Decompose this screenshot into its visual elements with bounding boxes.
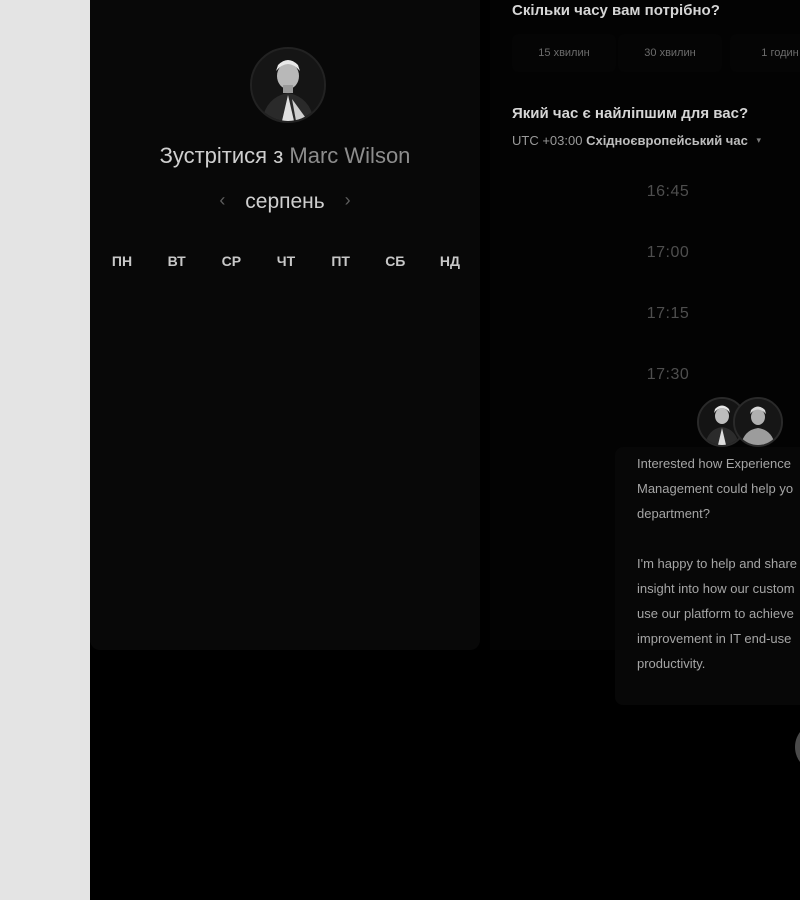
time-slot[interactable]: 17:30	[620, 366, 716, 384]
meeting-title-prefix: Зустрітися з	[159, 143, 284, 168]
meeting-title: Зустрітися з Marc Wilson	[90, 143, 480, 169]
page: Зустрітися з Marc Wilson ‹ серпень › ПН …	[0, 0, 800, 900]
time-slot[interactable]: 16:45	[620, 183, 716, 201]
weekday-label: ЧТ	[276, 253, 296, 269]
duration-question: Скільки часу вам потрібно?	[512, 2, 720, 19]
chat-agent-avatar	[733, 397, 783, 447]
chat-avatars	[697, 397, 783, 447]
month-label: серпень	[245, 190, 325, 213]
duration-options: 15 хвилин 30 хвилин 1 годин	[512, 34, 800, 72]
prev-month-button[interactable]: ‹	[205, 190, 239, 211]
duration-option-60[interactable]: 1 годин	[730, 34, 800, 72]
timezone-name: Східноєвропейський час	[586, 133, 748, 148]
host-name: Marc Wilson	[289, 143, 411, 168]
weekday-label: НД	[439, 253, 460, 269]
chevron-down-icon: ▾	[756, 135, 761, 145]
duration-option-30[interactable]: 30 хвилин	[618, 34, 722, 72]
timezone-selector[interactable]: UTC +03:00 Східноєвропейський час ▾	[512, 133, 761, 148]
host-avatar	[250, 47, 326, 123]
month-navigator: ‹ серпень ›	[90, 190, 480, 214]
chat-message-paragraph: I'm happy to help and share insight into…	[637, 556, 798, 671]
left-gutter	[0, 0, 90, 900]
weekday-label: СР	[221, 253, 242, 269]
person-avatar-icon	[735, 399, 781, 445]
weekday-label: ПН	[111, 253, 133, 269]
chat-message-paragraph: Interested how Experience Management cou…	[637, 456, 794, 521]
weekday-label: СБ	[385, 253, 406, 269]
weekday-label: ПТ	[331, 253, 350, 269]
time-slot[interactable]: 17:15	[620, 305, 716, 323]
time-question: Який час є найліпшим для вас?	[512, 105, 749, 122]
person-avatar-icon	[252, 49, 324, 121]
duration-option-15[interactable]: 15 хвилин	[512, 34, 616, 72]
chat-launcher-icon[interactable]	[795, 722, 800, 772]
weekday-label: ВТ	[167, 253, 186, 269]
next-month-button[interactable]: ›	[331, 190, 365, 211]
time-slot[interactable]: 17:00	[620, 244, 716, 262]
timezone-offset: UTC +03:00	[512, 133, 583, 148]
weekday-header: ПН ВТ СР ЧТ ПТ СБ НД	[95, 253, 477, 269]
